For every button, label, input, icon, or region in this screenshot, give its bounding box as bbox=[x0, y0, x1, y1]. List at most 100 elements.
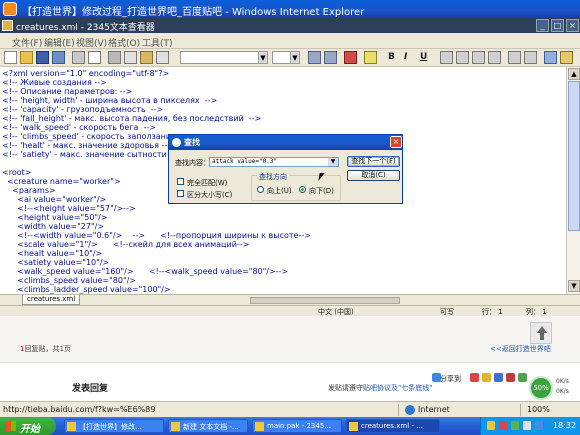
direction-up-label[interactable]: 向上(U) bbox=[267, 186, 292, 196]
editor-status-bar: 中文 (中国) 可写 行： 1 列： 1 bbox=[0, 305, 580, 316]
direction-up-radio[interactable] bbox=[257, 186, 264, 193]
ie-status-bar: http://tieba.baidu.com/f?kw=%E6%89 Inter… bbox=[0, 401, 580, 417]
share-renren-icon[interactable] bbox=[506, 373, 515, 382]
paste-icon[interactable] bbox=[140, 51, 153, 64]
match-whole-label[interactable]: 完全匹配(W) bbox=[187, 178, 227, 188]
menu-file[interactable]: 文件(F) bbox=[12, 36, 42, 49]
print-icon[interactable] bbox=[72, 51, 85, 64]
cancel-button[interactable]: 取消(C) bbox=[347, 170, 400, 181]
find-history-dropdown-icon[interactable]: ▼ bbox=[328, 158, 338, 166]
agreement-link[interactable]: 贴吧协议及"七条底线" bbox=[363, 384, 432, 392]
zoom-level[interactable]: 100% bbox=[527, 405, 550, 414]
notepad-task-icon bbox=[171, 422, 180, 431]
share-tencent-icon[interactable] bbox=[494, 373, 503, 382]
bullet-list-icon[interactable] bbox=[508, 51, 521, 64]
find-dialog-title: 查找 bbox=[184, 138, 200, 147]
windows-logo-icon bbox=[6, 421, 16, 431]
align-center-icon[interactable] bbox=[456, 51, 469, 64]
vertical-scrollbar[interactable]: ▲ ▼ bbox=[566, 67, 580, 294]
font-color-icon[interactable] bbox=[344, 51, 357, 64]
status-url: http://tieba.baidu.com/f?kw=%E6%89 bbox=[3, 405, 156, 414]
menu-tools[interactable]: 工具(T) bbox=[142, 36, 173, 49]
align-justify-icon[interactable] bbox=[488, 51, 501, 64]
match-case-label[interactable]: 区分大小写(C) bbox=[187, 190, 232, 200]
highlight-icon[interactable] bbox=[364, 51, 377, 64]
share-qzone-icon[interactable] bbox=[482, 373, 491, 382]
font-select[interactable] bbox=[180, 51, 268, 64]
font-dropdown-arrow-icon[interactable]: ▼ bbox=[258, 51, 268, 64]
scroll-up-icon[interactable]: ▲ bbox=[568, 68, 580, 80]
editor-window-title: creatures.xml - 2345文本查看器 bbox=[16, 23, 155, 33]
save-icon[interactable] bbox=[36, 51, 49, 64]
task-label: 【打造世界】修改... bbox=[79, 423, 142, 431]
align-left-icon[interactable] bbox=[440, 51, 453, 64]
ie-app-icon bbox=[3, 2, 17, 16]
find-dialog-title-bar[interactable]: 查找 × bbox=[169, 135, 402, 150]
new-file-icon[interactable] bbox=[4, 51, 17, 64]
find-what-input[interactable]: attack value="0.3" bbox=[209, 157, 339, 167]
delete-icon[interactable] bbox=[156, 51, 169, 64]
volume-icon[interactable] bbox=[523, 421, 531, 430]
match-whole-checkbox[interactable] bbox=[177, 178, 184, 185]
network-icon[interactable] bbox=[535, 421, 543, 430]
status-separator bbox=[520, 404, 521, 416]
menu-view[interactable]: 视图(V) bbox=[76, 36, 107, 49]
tab-creatures-xml[interactable]: creatures.xml bbox=[22, 295, 81, 305]
code-line: <!-- 'fall_height' - макс. высота падени… bbox=[2, 114, 262, 123]
outdent-icon[interactable] bbox=[324, 51, 337, 64]
cut-icon[interactable] bbox=[108, 51, 121, 64]
font-size-dropdown-arrow-icon[interactable]: ▼ bbox=[290, 51, 300, 64]
code-line: <!-- 'capacity' - грузоподъемность --> bbox=[2, 105, 164, 114]
status-separator bbox=[398, 404, 399, 416]
code-line: <!-- Живые создания --> bbox=[2, 78, 107, 87]
tray-icon[interactable] bbox=[511, 421, 519, 430]
print-preview-icon[interactable] bbox=[88, 51, 101, 64]
direction-down-radio[interactable] bbox=[299, 186, 306, 193]
start-button[interactable]: 开始 bbox=[0, 417, 56, 435]
download-speed: 0K/s bbox=[556, 388, 569, 395]
code-line: <!-- 'satiety' - макс. значение сытности… bbox=[2, 150, 185, 159]
code-line: <root> bbox=[2, 168, 32, 177]
copy-icon[interactable] bbox=[124, 51, 137, 64]
maximize-icon[interactable]: □ bbox=[551, 19, 564, 32]
numbered-list-icon[interactable] bbox=[524, 51, 537, 64]
bold-button[interactable]: B bbox=[388, 52, 395, 62]
direction-down-label[interactable]: 向下(D) bbox=[309, 186, 334, 196]
open-folder-icon[interactable] bbox=[20, 51, 33, 64]
italic-button[interactable]: I bbox=[404, 52, 407, 62]
insert-image-icon[interactable] bbox=[544, 51, 557, 64]
code-line: <healt value="10"/> bbox=[2, 249, 103, 258]
back-to-forum-link[interactable]: <<返回打造世界吧 bbox=[490, 344, 551, 354]
ie-task-icon bbox=[67, 422, 76, 431]
task-ie-window[interactable]: 【打造世界】修改... bbox=[64, 419, 164, 433]
code-line: <width value="27"/> bbox=[2, 222, 105, 231]
menu-format[interactable]: 格式(O) bbox=[108, 36, 140, 49]
save-all-icon[interactable] bbox=[52, 51, 65, 64]
minimize-icon[interactable]: _ bbox=[536, 19, 549, 32]
speed-meter-badge[interactable]: 50% bbox=[529, 376, 553, 400]
task-label: creatures.xml - ... bbox=[361, 422, 423, 430]
task-notepad-window[interactable]: 新建 文本文档 -... bbox=[168, 419, 248, 433]
indent-icon[interactable] bbox=[308, 51, 321, 64]
task-main-pak-window[interactable]: main.pak - 2345... bbox=[252, 419, 342, 433]
tray-icon[interactable] bbox=[487, 421, 495, 430]
close-icon[interactable]: × bbox=[566, 19, 579, 32]
match-case-checkbox[interactable] bbox=[177, 190, 184, 197]
ie-title-bar: 【打造世界】修改过程_打造世界吧_百度贴吧 - Windows Internet… bbox=[0, 0, 580, 18]
scroll-down-icon[interactable]: ▼ bbox=[568, 280, 580, 292]
underline-button[interactable]: U bbox=[420, 52, 427, 62]
find-next-button[interactable]: 查找下一个(F) bbox=[347, 156, 400, 167]
align-right-icon[interactable] bbox=[472, 51, 485, 64]
tray-icon[interactable] bbox=[499, 421, 507, 430]
scroll-thumb[interactable] bbox=[568, 81, 580, 231]
horizontal-scroll-thumb[interactable] bbox=[250, 297, 400, 304]
menu-edit[interactable]: 编辑(E) bbox=[44, 36, 75, 49]
share-weibo-icon[interactable] bbox=[470, 373, 479, 382]
insert-date-icon[interactable] bbox=[560, 51, 573, 64]
share-more-icon[interactable] bbox=[518, 373, 527, 382]
direction-label: 查找方向 bbox=[257, 172, 289, 182]
internet-zone-icon bbox=[405, 405, 415, 415]
close-dialog-icon[interactable]: × bbox=[390, 136, 402, 148]
task-creatures-xml-window[interactable]: creatures.xml - ... bbox=[346, 419, 440, 433]
back-to-top-icon[interactable] bbox=[530, 322, 552, 344]
